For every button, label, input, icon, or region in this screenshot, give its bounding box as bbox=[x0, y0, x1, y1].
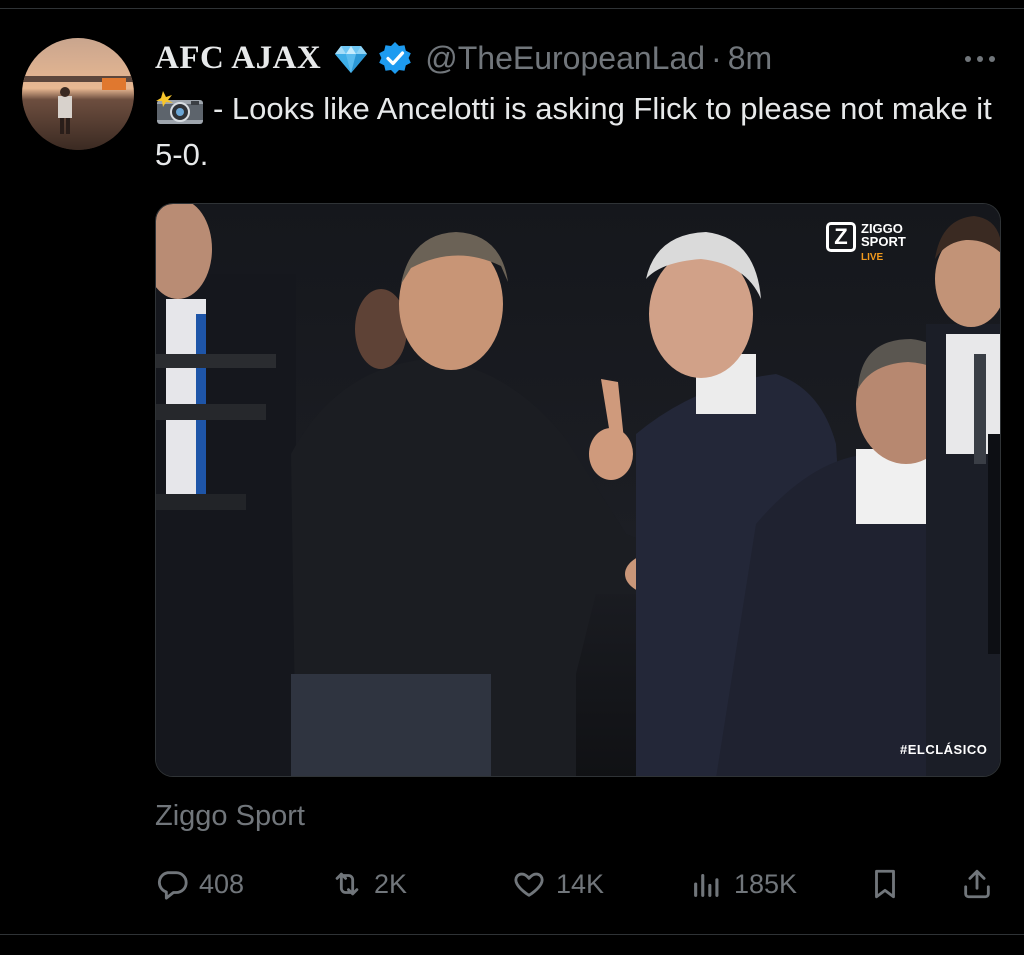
ziggo-logo-line2: SPORT bbox=[861, 234, 906, 249]
timestamp[interactable]: 8m bbox=[728, 40, 772, 77]
views-button[interactable]: 185K bbox=[690, 862, 797, 906]
like-count: 14K bbox=[556, 868, 605, 899]
broadcast-hashtag: #ELCLÁSICO bbox=[900, 742, 988, 757]
photo-scene bbox=[156, 204, 1000, 776]
more-options-button[interactable] bbox=[958, 44, 1002, 74]
avatar[interactable] bbox=[22, 38, 134, 150]
retweet-count: 2K bbox=[374, 868, 408, 899]
more-dot-icon bbox=[989, 56, 995, 62]
tweet-text: - Looks like Ancelotti is asking Flick t… bbox=[155, 86, 1005, 178]
reply-button[interactable]: 408 bbox=[155, 862, 244, 906]
retweet-icon bbox=[335, 872, 359, 896]
verified-badge-icon bbox=[377, 40, 413, 76]
gem-icon bbox=[333, 40, 369, 76]
bookmark-icon bbox=[875, 869, 895, 899]
tweet-body: - Looks like Ancelotti is asking Flick t… bbox=[155, 91, 992, 172]
bottom-divider bbox=[0, 934, 1024, 935]
reply-count: 408 bbox=[199, 868, 245, 899]
ziggo-logo-mark: Z bbox=[826, 222, 856, 252]
reply-icon bbox=[157, 871, 188, 900]
display-name[interactable]: AFC AJAX bbox=[155, 40, 321, 77]
like-button[interactable]: 14K bbox=[512, 862, 604, 906]
user-handle[interactable]: @TheEuropeanLad bbox=[425, 40, 705, 77]
more-dot-icon bbox=[977, 56, 983, 62]
retweet-button[interactable]: 2K bbox=[330, 862, 407, 906]
ziggo-live-label: LIVE bbox=[861, 252, 884, 263]
tweet-header: AFC AJAX @TheEuropeanLad · 8m bbox=[155, 36, 772, 80]
heart-icon bbox=[514, 872, 544, 897]
ziggo-sport-logo: Z ZIGGO SPORT LIVE bbox=[826, 222, 906, 264]
bookmark-button[interactable] bbox=[868, 862, 912, 906]
media-source-label[interactable]: Ziggo Sport bbox=[155, 800, 305, 833]
views-icon bbox=[694, 873, 719, 897]
more-dot-icon bbox=[965, 56, 971, 62]
ziggo-logo-text: ZIGGO SPORT LIVE bbox=[861, 222, 906, 264]
tweet-media-image[interactable]: Z ZIGGO SPORT LIVE #ELCLÁSICO bbox=[155, 203, 1001, 777]
separator-dot: · bbox=[711, 39, 722, 76]
view-count: 185K bbox=[734, 868, 798, 899]
camera-flash-icon bbox=[155, 91, 207, 125]
share-button[interactable] bbox=[960, 862, 1004, 906]
tweet-actions-bar: 408 2K 14K 185K bbox=[0, 862, 1024, 906]
share-icon bbox=[964, 869, 990, 899]
top-divider bbox=[0, 8, 1024, 9]
